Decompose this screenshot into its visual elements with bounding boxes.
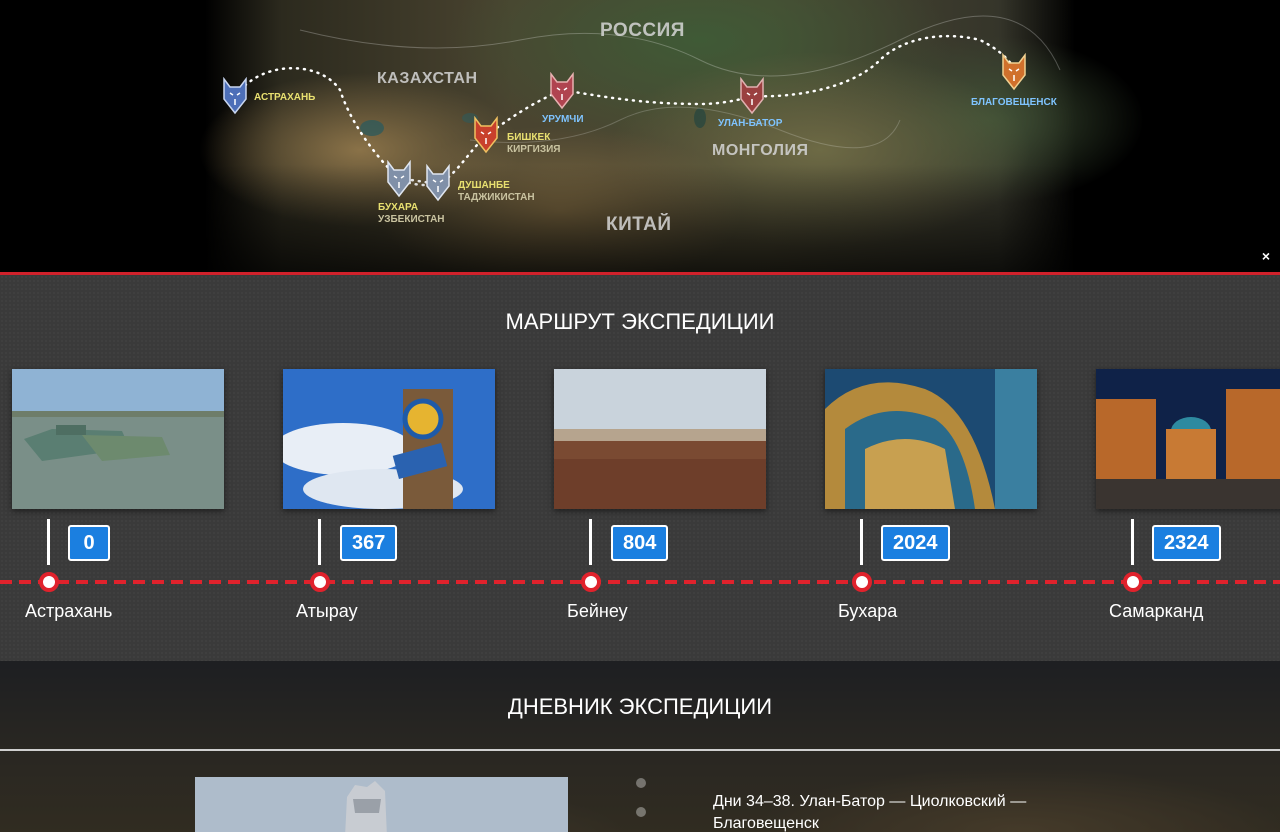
wolf-marker-icon[interactable] xyxy=(425,164,451,202)
stop-photo[interactable] xyxy=(554,369,766,509)
stop-name: Самарканд xyxy=(1109,601,1204,621)
city-label-urumqi: УРУМЧИ xyxy=(542,114,584,125)
stop-photo[interactable] xyxy=(825,369,1037,509)
km-badge: 2024 xyxy=(881,525,950,561)
stop-marker-line xyxy=(1131,519,1134,565)
route-stop[interactable]: 367 Атырау xyxy=(271,275,541,661)
stop-photo[interactable] xyxy=(12,369,224,509)
km-badge: 2324 xyxy=(1152,525,1221,561)
diary-divider xyxy=(0,749,1280,751)
stop-dot[interactable] xyxy=(310,572,330,592)
wolf-marker-icon[interactable] xyxy=(473,116,499,154)
stop-name: Бухара xyxy=(838,601,898,621)
country-label-kazakhstan: КАЗАХСТАН xyxy=(377,70,478,87)
timeline-bullet xyxy=(636,807,646,817)
city-label-astrakhan: АСТРАХАНЬ xyxy=(254,92,316,103)
km-badge: 367 xyxy=(340,525,398,561)
city-label-blagoveshchensk: БЛАГОВЕЩЕНСК xyxy=(971,97,1057,108)
stop-dot[interactable] xyxy=(581,572,601,592)
route-section: МАРШРУТ ЭКСПЕДИЦИИ 0 Астрахань 367 Атыра… xyxy=(0,275,1280,661)
country-label-russia: РОССИЯ xyxy=(600,20,685,41)
city-label-ulaanbaatar: УЛАН-БАТОР xyxy=(718,118,783,129)
route-stop[interactable]: 2024 Бухара xyxy=(813,275,1083,661)
stop-dot[interactable] xyxy=(39,572,59,592)
km-badge: 804 xyxy=(611,525,669,561)
city-label-dushanbe: ДУШАНБЕ ТАДЖИКИСТАН xyxy=(458,180,535,203)
wolf-marker-icon[interactable] xyxy=(222,77,248,115)
route-map: РОССИЯ КАЗАХСТАН МОНГОЛИЯ КИТАЙ АСТРАХАН… xyxy=(0,0,1280,274)
stop-name: Астрахань xyxy=(25,601,113,621)
stop-marker-line xyxy=(47,519,50,565)
diary-entry-photo[interactable] xyxy=(195,777,568,832)
wolf-marker-icon[interactable] xyxy=(549,72,575,110)
stop-name: Атырау xyxy=(296,601,358,621)
stop-dot[interactable] xyxy=(852,572,872,592)
diary-entry-title[interactable]: Дни 34–38. Улан-Батор — Циолковский — Бл… xyxy=(713,791,1093,832)
close-map-button[interactable]: × xyxy=(1262,248,1270,264)
wolf-marker-icon[interactable] xyxy=(1001,53,1027,91)
wolf-marker-icon[interactable] xyxy=(386,160,412,198)
wolf-marker-icon[interactable] xyxy=(739,77,765,115)
km-badge: 0 xyxy=(68,525,110,561)
stop-marker-line xyxy=(589,519,592,565)
stop-dot[interactable] xyxy=(1123,572,1143,592)
diary-title: ДНЕВНИК ЭКСПЕДИЦИИ xyxy=(507,694,773,719)
country-label-china: КИТАЙ xyxy=(606,214,672,235)
stop-photo[interactable] xyxy=(1096,369,1280,509)
route-stop[interactable]: 2324 Самарканд xyxy=(1084,275,1280,661)
route-stop[interactable]: 0 Астрахань xyxy=(0,275,270,661)
route-stop[interactable]: 804 Бейнеу xyxy=(542,275,812,661)
stop-marker-line xyxy=(318,519,321,565)
diary-section: ДНЕВНИК ЭКСПЕДИЦИИ Дни 34–38. Улан-Батор… xyxy=(0,661,1280,832)
stop-photo[interactable] xyxy=(283,369,495,509)
city-label-bishkek: БИШКЕК КИРГИЗИЯ xyxy=(507,132,561,155)
timeline-bullet xyxy=(636,778,646,788)
city-label-bukhara: БУХАРА УЗБЕКИСТАН xyxy=(378,202,445,225)
stop-name: Бейнеу xyxy=(567,601,628,621)
country-label-mongolia: МОНГОЛИЯ xyxy=(712,142,809,159)
stop-marker-line xyxy=(860,519,863,565)
